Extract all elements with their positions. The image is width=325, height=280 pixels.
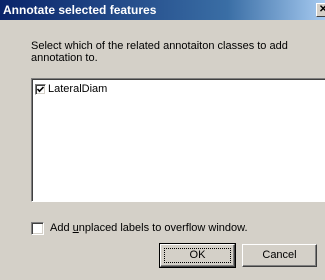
close-icon: ✕	[319, 4, 325, 15]
list-item-lateraldiam[interactable]: LateralDiam	[35, 82, 107, 96]
close-button[interactable]: ✕	[316, 3, 325, 17]
overflow-option[interactable]: Add unplaced labels to overflow window.	[31, 221, 248, 235]
cancel-label: Cancel	[262, 249, 297, 261]
overflow-checkbox[interactable]	[31, 221, 44, 235]
ok-button[interactable]: OK	[159, 243, 236, 268]
lateraldiam-label: LateralDiam	[48, 83, 108, 95]
checkmark-icon	[36, 85, 45, 92]
ok-label: OK	[189, 249, 206, 261]
cancel-button[interactable]: Cancel	[242, 244, 317, 267]
instruction-text: Select which of the related annotaiton c…	[31, 40, 288, 64]
annotate-dialog: Annotate selected features ✕ Select whic…	[0, 0, 325, 280]
annotation-class-list[interactable]: LateralDiam	[31, 78, 325, 202]
title-bar[interactable]: Annotate selected features ✕	[0, 0, 325, 20]
overflow-label: Add unplaced labels to overflow window.	[50, 222, 248, 234]
lateraldiam-checkbox[interactable]	[35, 83, 46, 95]
dialog-title: Annotate selected features	[3, 3, 157, 17]
